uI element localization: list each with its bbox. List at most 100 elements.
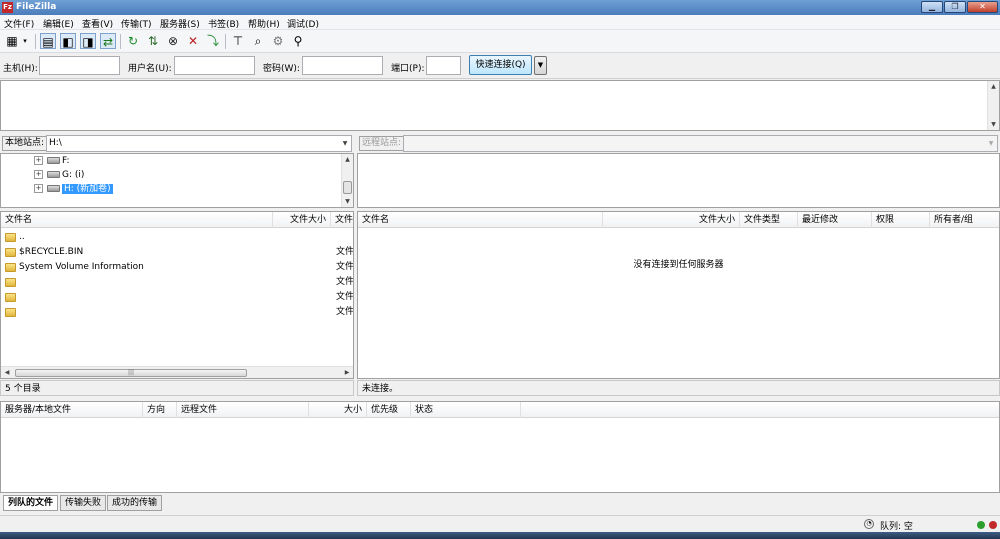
remote-directory-tree[interactable] (357, 153, 1000, 208)
toggle-local-tree-icon[interactable]: ◧ (60, 33, 76, 49)
remote-site-label: 远程站点: (359, 136, 405, 151)
menu-transfer[interactable]: 传输(T) (121, 17, 152, 30)
remote-status-text: 未连接。 (357, 380, 1000, 396)
site-manager-dropdown-icon[interactable]: ▾ (20, 33, 30, 49)
toggle-transfer-queue-icon[interactable]: ⇄ (100, 33, 116, 49)
file-row[interactable]: $RECYCLE.BIN 文件 (1, 245, 353, 260)
toolbar-separator (120, 34, 121, 49)
quickconnect-button[interactable]: 快速连接(Q) (469, 55, 532, 75)
disconnect-icon[interactable]: ✕ (185, 33, 201, 49)
tab-successful-transfers[interactable]: 成功的传输 (107, 495, 163, 511)
tab-failed-transfers[interactable]: 传输失败 (60, 495, 107, 511)
scroll-left-icon[interactable]: ◀ (1, 367, 13, 378)
directory-compare-icon[interactable]: ⌕ (250, 33, 266, 49)
remote-site-bar: 远程站点: ▼ (357, 134, 1000, 153)
scroll-thumb[interactable]: ||| (15, 369, 247, 377)
col-header-filename[interactable]: 文件名 (1, 212, 273, 228)
port-label: 端口(P): (391, 64, 425, 74)
scroll-thumb[interactable] (343, 181, 352, 194)
col-header-filetype[interactable]: 文件 (331, 212, 353, 228)
chevron-down-icon[interactable]: ▼ (985, 136, 997, 151)
site-manager-icon[interactable]: ▦ (4, 33, 20, 49)
local-path-combobox[interactable]: H:\ ▼ (46, 135, 352, 152)
refresh-icon[interactable]: ↻ (125, 33, 141, 49)
remote-path-combobox[interactable]: ▼ (403, 135, 998, 152)
password-input[interactable] (302, 56, 383, 75)
local-site-label: 本地站点: (2, 136, 48, 151)
search-files-icon[interactable]: ⚲ (290, 33, 306, 49)
transfer-queue[interactable]: 服务器/本地文件 方向 远程文件 大小 优先级 状态 (0, 401, 1000, 493)
queue-header: 服务器/本地文件 方向 远程文件 大小 优先级 状态 (1, 402, 999, 418)
scroll-down-icon[interactable]: ▼ (988, 119, 999, 130)
quickconnect-bar: 主机(H): 用户名(U): 密码(W): 端口(P): 快速连接(Q) ▼ (0, 53, 1000, 79)
col-header-filename[interactable]: 文件名 (358, 212, 603, 228)
folder-icon (5, 293, 16, 302)
close-button[interactable]: ✕ (967, 1, 998, 13)
col-header-server-local-file[interactable]: 服务器/本地文件 (1, 402, 143, 418)
menu-bookmarks[interactable]: 书签(B) (208, 17, 239, 30)
reconnect-icon[interactable]: ⤵ (205, 33, 221, 49)
col-header-filesize[interactable]: 文件大小 (603, 212, 740, 228)
col-header-direction[interactable]: 方向 (143, 402, 177, 418)
toggle-message-log-icon[interactable]: ▤ (40, 33, 56, 49)
menu-edit[interactable]: 编辑(E) (43, 17, 74, 30)
port-input[interactable] (426, 56, 461, 75)
cancel-operation-icon[interactable]: ⊗ (165, 33, 181, 49)
local-tree-scrollbar[interactable]: ▲ ▼ (341, 154, 353, 207)
tab-queued-files[interactable]: 列队的文件 (3, 495, 59, 511)
local-file-list[interactable]: 文件名 文件大小 文件 .. $RECYCLE.BIN 文件 System Vol… (0, 211, 354, 379)
status-bar: ◔ 队列: 空 (0, 515, 1000, 532)
file-row[interactable]: 文件 (1, 290, 353, 305)
file-row[interactable]: 文件 (1, 275, 353, 290)
expand-icon[interactable]: + (34, 156, 43, 165)
quickconnect-history-dropdown[interactable]: ▼ (534, 56, 547, 75)
expand-icon[interactable]: + (34, 184, 43, 193)
file-row[interactable]: .. (1, 230, 353, 245)
message-log[interactable]: ▲ ▼ (0, 80, 1000, 131)
queue-status-text: 队列: 空 (880, 522, 913, 532)
maximize-button[interactable]: ❐ (944, 1, 966, 13)
minimize-button[interactable]: ▁ (921, 1, 943, 13)
col-header-size[interactable]: 大小 (309, 402, 367, 418)
tree-item-drive-g[interactable]: + G: (i) (34, 169, 84, 182)
menu-help[interactable]: 帮助(H) (248, 17, 280, 30)
toggle-remote-tree-icon[interactable]: ◨ (80, 33, 96, 49)
remote-list-header: 文件名 文件大小 文件类型 最近修改 权限 所有者/组 (358, 212, 999, 228)
menu-view[interactable]: 查看(V) (82, 17, 113, 30)
tree-item-drive-h[interactable]: + H: (新加卷) (34, 183, 113, 196)
local-list-hscrollbar[interactable]: ◀ ||| ▶ (1, 366, 353, 378)
file-row[interactable]: 文件 (1, 305, 353, 320)
username-input[interactable] (174, 56, 255, 75)
col-header-priority[interactable]: 优先级 (367, 402, 411, 418)
chevron-down-icon[interactable]: ▼ (339, 136, 351, 151)
folder-icon (5, 308, 16, 317)
scroll-down-icon[interactable]: ▼ (342, 196, 353, 207)
menu-server[interactable]: 服务器(S) (160, 17, 200, 30)
menu-debug[interactable]: 调试(D) (287, 17, 319, 30)
scroll-up-icon[interactable]: ▲ (342, 154, 353, 165)
col-header-remote-file[interactable]: 远程文件 (177, 402, 309, 418)
local-path-value: H:\ (49, 138, 62, 148)
col-header-permissions[interactable]: 权限 (872, 212, 930, 228)
local-directory-tree[interactable]: + F: + G: (i) + H: (新加卷) ▲ ▼ (0, 153, 354, 208)
tree-item-drive-f[interactable]: + F: (34, 155, 70, 168)
col-header-filesize[interactable]: 文件大小 (273, 212, 331, 228)
menu-file[interactable]: 文件(F) (4, 17, 34, 30)
host-input[interactable] (39, 56, 120, 75)
title-bar: Fz FileZilla ▁ ❐ ✕ (0, 0, 1000, 15)
expand-icon[interactable]: + (34, 170, 43, 179)
process-queue-icon[interactable]: ⇅ (145, 33, 161, 49)
remote-file-list[interactable]: 文件名 文件大小 文件类型 最近修改 权限 所有者/组 没有连接到任何服务器 (357, 211, 1000, 379)
col-header-filetype[interactable]: 文件类型 (740, 212, 798, 228)
col-header-modified[interactable]: 最近修改 (798, 212, 872, 228)
file-row[interactable]: System Volume Information 文件 (1, 260, 353, 275)
message-log-scrollbar[interactable]: ▲ ▼ (987, 81, 999, 130)
scroll-up-icon[interactable]: ▲ (988, 81, 999, 92)
col-header-owner[interactable]: 所有者/组 (930, 212, 999, 228)
scroll-right-icon[interactable]: ▶ (341, 367, 353, 378)
drive-icon (47, 171, 60, 178)
queue-icon: ◔ (864, 519, 874, 529)
directory-filter-icon[interactable]: ⊤ (230, 33, 246, 49)
synchronized-browsing-icon[interactable]: ⚙ (270, 33, 286, 49)
col-header-status[interactable]: 状态 (411, 402, 521, 418)
